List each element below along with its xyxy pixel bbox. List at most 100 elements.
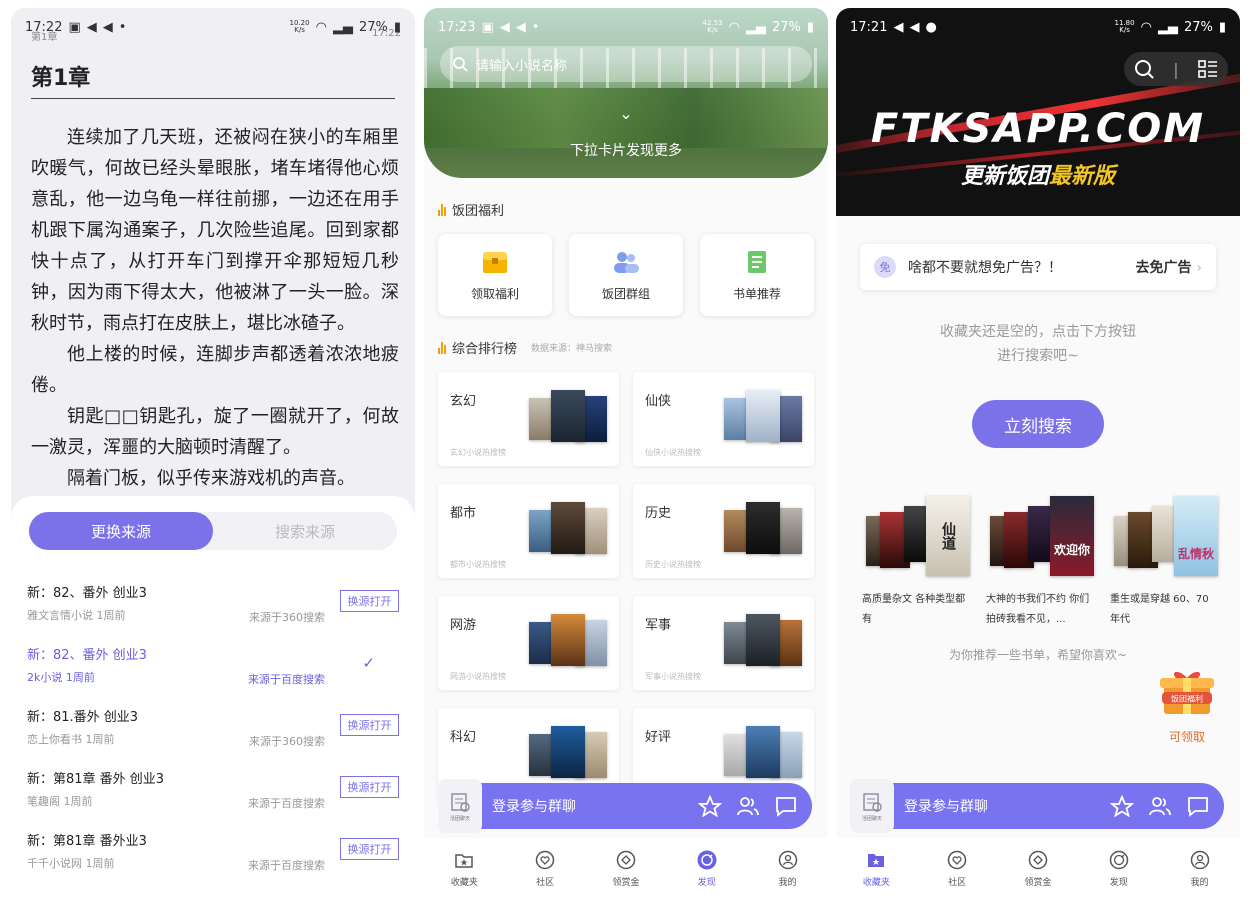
- cover-stack: [527, 502, 607, 558]
- tab-community[interactable]: 社区: [927, 849, 987, 888]
- tab-bounty[interactable]: 领赏金: [596, 849, 656, 888]
- source-origin: 来源于360搜索: [249, 735, 325, 748]
- treasure-chest-icon: [483, 251, 507, 273]
- cover-stack: [722, 502, 802, 558]
- star-icon[interactable]: [698, 795, 722, 817]
- star-icon[interactable]: [1110, 795, 1134, 817]
- cover-stack: [722, 726, 802, 782]
- search-icon[interactable]: [1133, 58, 1155, 80]
- switch-source-button[interactable]: 换源打开: [340, 776, 399, 798]
- booklist-card[interactable]: 欢迎你 大神的书我们不约 你们拍砖我看不见，...: [986, 496, 1094, 630]
- net-speed: 42.53 K/s: [702, 19, 723, 34]
- chat-badge: 活团聊天: [438, 779, 482, 833]
- rank-card-junshi[interactable]: 军事 军事小说热搜榜: [633, 596, 814, 690]
- source-item[interactable]: 新：第81章 番外 创业3 笔趣阁 1周前 来源于百度搜索 换源打开: [11, 752, 415, 814]
- source-tabs: 更换来源 搜索来源: [29, 512, 397, 550]
- tab-favorites[interactable]: 收藏夹: [434, 849, 494, 888]
- search-input[interactable]: 请输入小说名称: [440, 46, 812, 82]
- source-item-selected[interactable]: 新：82、番外 创业3 2k小说 1周前 来源于百度搜索 ✓: [11, 628, 415, 690]
- rank-card-lishi[interactable]: 历史 历史小说热搜榜: [633, 484, 814, 578]
- tab-change-source[interactable]: 更换来源: [29, 512, 213, 550]
- paragraph: 钥匙□□钥匙孔，旋了一圈就开了，何故一激灵，浑噩的大脑顿时清醒了。: [31, 406, 399, 458]
- rank-card-xuanhuan[interactable]: 玄幻 玄幻小说热搜榜: [438, 372, 619, 466]
- rank-subtitle: 军事小说热搜榜: [645, 672, 701, 681]
- switch-source-button[interactable]: 换源打开: [340, 714, 399, 736]
- tab-bounty[interactable]: 领赏金: [1008, 849, 1068, 888]
- message-icon[interactable]: [1186, 795, 1210, 817]
- heart-bubble-icon: [535, 850, 555, 869]
- tab-favorites[interactable]: 收藏夹: [846, 849, 906, 888]
- recommend-hint: 为你推荐一些书单，希望你喜欢~: [948, 648, 1128, 662]
- rank-name: 玄幻: [450, 394, 477, 409]
- group-icon: [614, 251, 639, 273]
- chat-doc-icon: [863, 792, 882, 812]
- chat-actions: [1110, 795, 1210, 817]
- grid-menu-icon[interactable]: [1197, 58, 1219, 80]
- empty-state-message: 收藏夹还是空的，点击下方按钮 进行搜索吧~: [940, 324, 1136, 364]
- tab-discover[interactable]: 发现: [1089, 849, 1149, 888]
- cover-stack: 欢迎你: [986, 496, 1094, 580]
- battery-icon: ▮: [393, 19, 401, 35]
- tab-community[interactable]: 社区: [515, 849, 575, 888]
- group-chat-bar[interactable]: 活团聊天 登录参与群聊: [438, 779, 812, 833]
- user-icon: [1190, 850, 1209, 869]
- chevron-down-icon: ⌄: [619, 104, 633, 123]
- promo-banner[interactable]: 17:21 ◀ ◀ ● 11.80 K/s ◠ ▂▄ 27% ▮ | FTKSAP…: [836, 8, 1240, 216]
- status-bar: 17:21 ◀ ◀ ● 11.80 K/s ◠ ▂▄ 27% ▮: [836, 8, 1240, 46]
- welfare-claim-button[interactable]: 领取福利: [438, 234, 552, 316]
- tab-search-source[interactable]: 搜索来源: [213, 512, 397, 550]
- welfare-group-button[interactable]: 饭团群组: [569, 234, 683, 316]
- search-now-button[interactable]: 立刻搜索: [972, 400, 1104, 448]
- rank-card-wangyou[interactable]: 网游 网游小说热搜榜: [438, 596, 619, 690]
- net-speed: 11.80 K/s: [1114, 19, 1135, 34]
- book-cover: [746, 502, 780, 554]
- switch-source-button[interactable]: 换源打开: [340, 838, 399, 860]
- chapter-body[interactable]: 连续加了几天班，还被闷在狭小的车厢里吹暖气，何故已经头晕眼胀，堵车堵得他心烦意乱…: [31, 122, 399, 494]
- bookshelf-screen: 17:21 ◀ ◀ ● 11.80 K/s ◠ ▂▄ 27% ▮ | FTKSAP…: [836, 8, 1240, 898]
- tab-discover[interactable]: 发现: [677, 849, 737, 888]
- discover-banner[interactable]: 17:23 ▣ ◀ ◀ • 42.53 K/s ◠ ▂▄ 27% ▮ 请输入小说名…: [424, 8, 828, 178]
- chat-doc-icon: [451, 792, 470, 812]
- chapter-divider: [31, 98, 395, 99]
- source-item[interactable]: 新：82、番外 创业3 雅文言情小说 1周前 来源于360搜索 换源打开: [11, 566, 415, 628]
- search-placeholder: 请输入小说名称: [476, 58, 568, 74]
- rank-name: 网游: [450, 618, 477, 633]
- book-cover: [746, 614, 780, 666]
- signal-icon: ▂▄: [332, 19, 353, 35]
- chat-label: 登录参与群聊: [904, 799, 988, 815]
- members-icon[interactable]: [1148, 795, 1172, 817]
- booklist-card[interactable]: 乱情秋 重生或是穿越 60、70年代: [1110, 496, 1218, 630]
- recommended-booklists: 仙道 高质量杂文 各种类型都有 欢迎你 大神的书我们不约 你们拍砖我看不见，..…: [862, 496, 1218, 630]
- status-bar: 17:23 ▣ ◀ ◀ • 42.53 K/s ◠ ▂▄ 27% ▮: [424, 8, 828, 46]
- source-origin: 来源于百度搜索: [248, 859, 325, 872]
- section-title: 饭团福利: [438, 200, 504, 219]
- send-icon: ◀: [909, 19, 920, 35]
- source-item[interactable]: 新：第81章 番外业3 千千小说网 1周前 来源于百度搜索 换源打开: [11, 814, 415, 876]
- book-cover: [746, 390, 780, 442]
- rank-card-xianxia[interactable]: 仙侠 仙侠小说热搜榜: [633, 372, 814, 466]
- battery-icon: ▮: [1218, 19, 1226, 35]
- check-icon: ✓: [362, 654, 375, 672]
- members-icon[interactable]: [736, 795, 760, 817]
- message-icon[interactable]: [774, 795, 798, 817]
- switch-source-button[interactable]: 换源打开: [340, 590, 399, 612]
- booklist-card[interactable]: 仙道 高质量杂文 各种类型都有: [862, 496, 970, 630]
- gallery-icon: ▣: [481, 19, 494, 35]
- booklist-title: 高质量杂文 各种类型都有: [862, 594, 966, 625]
- battery-text: 27%: [771, 19, 801, 35]
- book-cover: [551, 614, 585, 666]
- remove-ads-bar[interactable]: 免 啥都不要就想免广告？！ 去免广告 ›: [860, 244, 1216, 290]
- booklist-title: 重生或是穿越 60、70年代: [1110, 594, 1209, 625]
- group-chat-bar[interactable]: 活团聊天 登录参与群聊: [850, 779, 1224, 833]
- welfare-gift-button[interactable]: 饭团福利 可领取: [1152, 666, 1222, 745]
- status-bar: 17:22 ▣ ◀ ◀ • 10.20 K/s ◠ ▂▄ 27% ▮: [11, 8, 415, 46]
- welfare-booklist-button[interactable]: 书单推荐: [700, 234, 814, 316]
- book-cover: [551, 390, 585, 442]
- source-title: 新：82、番外 创业3: [27, 648, 147, 663]
- rank-card-dushi[interactable]: 都市 都市小说热搜榜: [438, 484, 619, 578]
- tab-me[interactable]: 我的: [1170, 849, 1230, 888]
- book-cover: [551, 726, 585, 778]
- remove-ads-link[interactable]: 去免广告 ›: [1136, 257, 1202, 277]
- source-item[interactable]: 新：81.番外 创业3 恋上你看书 1周前 来源于360搜索 换源打开: [11, 690, 415, 752]
- tab-me[interactable]: 我的: [758, 849, 818, 888]
